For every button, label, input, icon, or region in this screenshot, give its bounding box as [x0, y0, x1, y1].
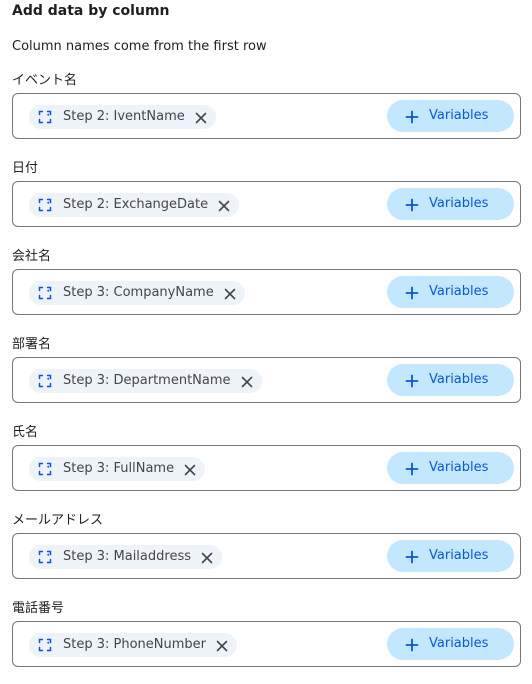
- variable-chip[interactable]: Step 3: Mailaddress: [29, 545, 222, 569]
- close-icon[interactable]: [183, 462, 197, 476]
- variable-chip[interactable]: Step 2: IventName: [29, 105, 216, 129]
- close-icon[interactable]: [215, 638, 229, 652]
- close-icon[interactable]: [200, 550, 214, 564]
- close-icon[interactable]: [194, 110, 208, 124]
- variable-chip-label: Step 3: FullName: [63, 461, 175, 476]
- variable-brackets-icon: [37, 285, 53, 301]
- plus-icon: [405, 461, 419, 476]
- column-field: メールアドレス Step 3: Mailaddress Variables: [0, 512, 532, 582]
- column-field: イベント名 Step 2: IventName Variables: [0, 72, 532, 142]
- variable-chip[interactable]: Step 3: FullName: [29, 457, 206, 481]
- plus-icon: [405, 373, 419, 388]
- column-field-input[interactable]: Step 3: CompanyName Variables: [12, 269, 521, 315]
- variable-brackets-icon: [37, 197, 53, 213]
- column-field: 氏名 Step 3: FullName Variables: [0, 424, 532, 494]
- variable-chip[interactable]: Step 3: CompanyName: [29, 281, 245, 305]
- variables-button-label: Variables: [429, 548, 489, 563]
- close-icon[interactable]: [240, 374, 254, 388]
- variables-button-label: Variables: [429, 636, 489, 651]
- variable-brackets-icon: [37, 373, 53, 389]
- add-variables-button[interactable]: Variables: [387, 628, 514, 660]
- variables-button-label: Variables: [429, 108, 489, 123]
- column-field-label: メールアドレス: [12, 513, 104, 528]
- column-field-input[interactable]: Step 3: PhoneNumber Variables: [12, 621, 521, 667]
- column-field-label: 部署名: [12, 337, 52, 352]
- column-field-label: 会社名: [12, 249, 52, 264]
- plus-icon: [405, 197, 419, 212]
- variable-chip[interactable]: Step 2: ExchangeDate: [29, 193, 240, 217]
- close-icon[interactable]: [223, 286, 237, 300]
- column-field-input[interactable]: Step 3: DepartmentName Variables: [12, 357, 521, 403]
- close-icon[interactable]: [217, 198, 231, 212]
- column-field-input[interactable]: Step 3: FullName Variables: [12, 445, 521, 491]
- plus-icon: [405, 285, 419, 300]
- section-subtitle: Column names come from the first row: [12, 39, 267, 54]
- plus-icon: [405, 109, 419, 124]
- column-field: 電話番号 Step 3: PhoneNumber Variables: [0, 600, 532, 670]
- variable-brackets-icon: [37, 109, 53, 125]
- variable-chip-label: Step 2: ExchangeDate: [63, 197, 209, 212]
- column-field-label: イベント名: [12, 73, 78, 88]
- add-variables-button[interactable]: Variables: [387, 452, 514, 484]
- add-variables-button[interactable]: Variables: [387, 364, 514, 396]
- add-data-panel: Add data by column Column names come fro…: [0, 0, 532, 684]
- column-field-label: 電話番号: [12, 601, 65, 616]
- column-field-input[interactable]: Step 2: ExchangeDate Variables: [12, 181, 521, 227]
- variable-brackets-icon: [37, 637, 53, 653]
- plus-icon: [405, 549, 419, 564]
- variables-button-label: Variables: [429, 196, 489, 211]
- variable-brackets-icon: [37, 461, 53, 477]
- add-variables-button[interactable]: Variables: [387, 276, 514, 308]
- variables-button-label: Variables: [429, 284, 489, 299]
- column-field-label: 日付: [12, 161, 39, 176]
- column-field: 部署名 Step 3: DepartmentName Variables: [0, 336, 532, 406]
- variable-chip-label: Step 3: PhoneNumber: [63, 637, 207, 652]
- variables-button-label: Variables: [429, 460, 489, 475]
- variable-chip[interactable]: Step 3: DepartmentName: [29, 369, 262, 393]
- variable-chip-label: Step 3: DepartmentName: [63, 373, 231, 388]
- variable-chip-label: Step 2: IventName: [63, 109, 185, 124]
- variable-brackets-icon: [37, 549, 53, 565]
- add-variables-button[interactable]: Variables: [387, 540, 514, 572]
- column-field: 会社名 Step 3: CompanyName Variables: [0, 248, 532, 318]
- variable-chip-label: Step 3: Mailaddress: [63, 549, 191, 564]
- add-variables-button[interactable]: Variables: [387, 188, 514, 220]
- variable-chip-label: Step 3: CompanyName: [63, 285, 214, 300]
- variables-button-label: Variables: [429, 372, 489, 387]
- column-field-input[interactable]: Step 2: IventName Variables: [12, 93, 521, 139]
- column-field-input[interactable]: Step 3: Mailaddress Variables: [12, 533, 521, 579]
- column-field: 日付 Step 2: ExchangeDate Variables: [0, 160, 532, 230]
- plus-icon: [405, 637, 419, 652]
- column-field-label: 氏名: [12, 425, 39, 440]
- variable-chip[interactable]: Step 3: PhoneNumber: [29, 633, 238, 657]
- section-title: Add data by column: [12, 3, 170, 19]
- add-variables-button[interactable]: Variables: [387, 100, 514, 132]
